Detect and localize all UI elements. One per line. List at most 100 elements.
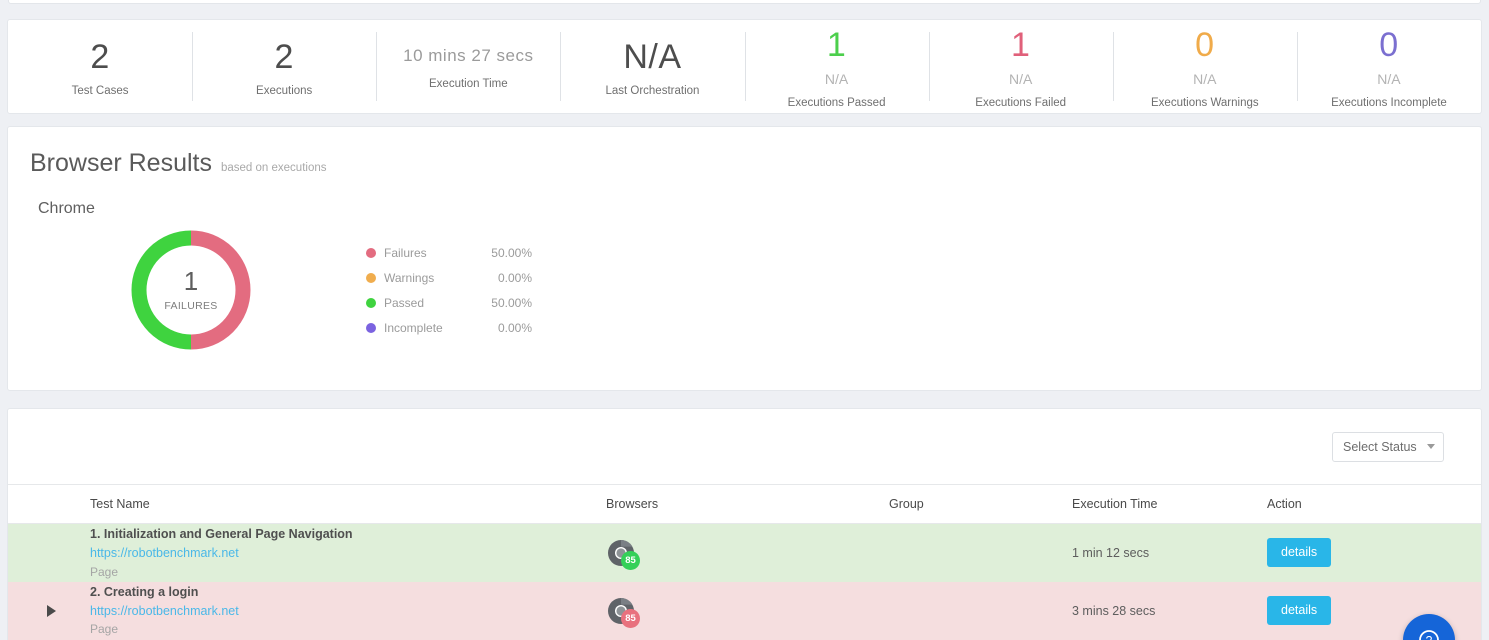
legend-color-dot (366, 322, 376, 333)
legend-item-passed[interactable]: Passed 50.00% (366, 290, 532, 315)
stat-sub: N/A (824, 70, 849, 87)
legend-label: Failures (384, 245, 427, 260)
group-cell (889, 582, 1072, 640)
donut-center-label: FAILURES (164, 300, 218, 312)
stat-label: Executions Incomplete (1331, 96, 1447, 109)
stat-label: Execution Time (429, 78, 508, 91)
test-name-cell: 1. Initialization and General Page Navig… (90, 524, 606, 582)
col-browsers: Browsers (606, 484, 889, 524)
legend-color-dot (366, 272, 376, 283)
col-test-name: Test Name (90, 484, 606, 524)
page-subtitle: based on executions (221, 162, 327, 174)
legend-value: 0.00% (497, 270, 532, 285)
legend-label: Warnings (384, 270, 435, 285)
stat-value: 1 (826, 26, 847, 65)
test-results-table: Test Name Browsers Group Execution Time … (8, 484, 1481, 640)
table-body: 1. Initialization and General Page Navig… (8, 523, 1481, 640)
stat-sub: N/A (1377, 70, 1401, 87)
test-results-card: Select Status Test Name Browsers Group E… (7, 408, 1482, 640)
stat-sub: N/A (1193, 70, 1217, 87)
stat-value: 0 (1195, 26, 1215, 65)
chart-area: 1 FAILURES Failures 50.00% Warnings 0.00% Pa… (8, 230, 1481, 380)
stat-value: 10 mins 27 secs (403, 45, 534, 65)
col-action: Action (1267, 484, 1481, 524)
legend-item-failures[interactable]: Failures 50.00% (366, 240, 532, 265)
browser-version-badge: 85 (621, 608, 640, 628)
test-url-link[interactable]: https://robotbenchmark.net (90, 602, 606, 621)
stat-label: Last Orchestration (605, 85, 700, 98)
test-url-link[interactable]: https://robotbenchmark.net (90, 544, 606, 563)
stat-executions-incomplete: 0 N/A Executions Incomplete (1296, 20, 1481, 113)
legend-label: Incomplete (384, 320, 443, 335)
stat-sub: N/A (1009, 70, 1033, 87)
legend-color-dot (366, 247, 376, 258)
donut-center-value: 1 (183, 266, 199, 296)
expand-arrow-icon[interactable] (47, 604, 56, 617)
stat-value: 2 (274, 37, 294, 76)
stat-executions: 2 Executions (192, 20, 376, 113)
table-header: Test Name Browsers Group Execution Time … (8, 484, 1481, 524)
chart-legend: Failures 50.00% Warnings 0.00% Passed 50.00% I… (366, 240, 532, 340)
browser-results-card: Browser Results based on executions Chro… (7, 126, 1482, 391)
chrome-icon[interactable]: 85 (606, 596, 640, 628)
select-status-label: Select Status (1343, 439, 1417, 454)
stat-executions-passed: 1 N/A Executions Passed (744, 20, 929, 113)
browser-version-badge: 85 (621, 550, 640, 570)
legend-item-warnings[interactable]: Warnings 0.00% (366, 265, 532, 290)
stat-label: Executions Warnings (1151, 96, 1259, 109)
test-title: 1. Initialization and General Page Navig… (90, 527, 353, 541)
select-status-dropdown[interactable]: Select Status (1332, 431, 1444, 462)
group-cell (889, 524, 1072, 582)
previous-card-edge (8, 0, 1481, 4)
details-button[interactable]: details (1267, 538, 1332, 568)
legend-color-dot (366, 297, 376, 308)
row-expander-cell (8, 524, 90, 582)
stat-label: Executions Passed (787, 96, 886, 109)
legend-item-incomplete[interactable]: Incomplete 0.00% (366, 315, 532, 340)
summary-stats-card: 2 Test Cases 2 Executions 10 mins 27 secs Exe… (7, 19, 1482, 114)
filter-bar: Select Status (8, 409, 1481, 484)
col-expander (8, 484, 90, 524)
stat-value: 1 (1010, 26, 1031, 65)
table-row[interactable]: 1. Initialization and General Page Navig… (8, 523, 1481, 582)
legend-label: Passed (384, 295, 425, 310)
browser-results-header: Browser Results based on executions (8, 127, 1481, 178)
browser-name-label: Chrome (38, 200, 95, 217)
page-title: Browser Results (30, 149, 212, 177)
stat-label: Executions Failed (975, 96, 1067, 109)
legend-value: 50.00% (491, 295, 532, 310)
stat-execution-time: 10 mins 27 secs Execution Time (376, 20, 560, 113)
browsers-cell: 85 (606, 524, 889, 582)
legend-value: 50.00% (491, 245, 532, 260)
stat-label: Test Cases (71, 85, 129, 98)
stat-value: 0 (1379, 26, 1399, 65)
help-icon: ? (1419, 630, 1439, 640)
results-donut-chart: 1 FAILURES (131, 230, 251, 350)
svg-text:?: ? (1426, 634, 1433, 640)
stat-last-orchestration: N/A Last Orchestration (560, 20, 744, 113)
row-expander-cell (8, 582, 90, 640)
test-title: 2. Creating a login (90, 584, 199, 599)
test-type-label: Page (90, 622, 119, 637)
chevron-down-icon (1427, 444, 1435, 449)
stat-executions-warnings: 0 N/A Executions Warnings (1112, 20, 1297, 113)
stat-value: N/A (623, 37, 682, 76)
execution-time-cell: 1 min 12 secs (1072, 545, 1150, 560)
table-row[interactable]: 2. Creating a login https://robotbenchmar… (8, 581, 1481, 640)
legend-value: 0.00% (497, 320, 532, 335)
stat-value: 2 (90, 37, 110, 76)
action-cell: details (1267, 524, 1481, 582)
execution-time-cell: 3 mins 28 secs (1072, 603, 1156, 618)
stat-test-cases: 2 Test Cases (8, 20, 192, 113)
details-button[interactable]: details (1267, 596, 1332, 625)
stat-executions-failed: 1 N/A Executions Failed (928, 20, 1113, 113)
table-header-row: Test Name Browsers Group Execution Time … (8, 484, 1481, 524)
col-execution-time: Execution Time (1072, 484, 1267, 524)
test-type-label: Page (90, 564, 119, 579)
test-name-cell: 2. Creating a login https://robotbenchmar… (90, 582, 606, 640)
dashboard-page: 2 Test Cases 2 Executions 10 mins 27 secs Exe… (0, 0, 1489, 640)
donut-center: 1 FAILURES (131, 230, 251, 350)
col-group: Group (889, 484, 1072, 524)
chrome-icon[interactable]: 85 (606, 538, 640, 570)
stat-label: Executions (256, 85, 313, 98)
